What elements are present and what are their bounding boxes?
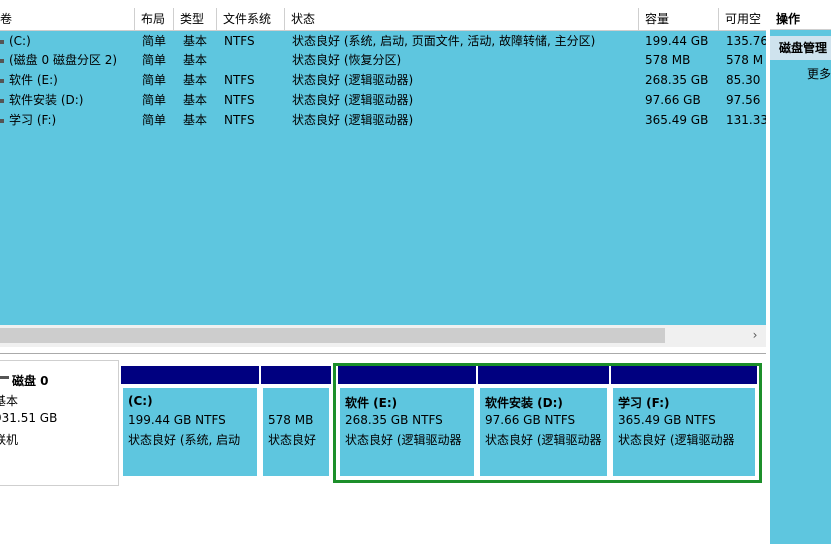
partition-recovery[interactable]: 578 MB 状态良好 — [261, 366, 331, 479]
partition-title: 学习 (F:) — [618, 396, 670, 410]
volume-status: 状态良好 (系统, 启动, 页面文件, 活动, 故障转储, 主分区) — [292, 34, 596, 48]
volume-status: 状态良好 (逻辑驱动器) — [292, 113, 414, 127]
partition-status: 状态良好 — [268, 433, 317, 447]
volume-layout: 简单 — [142, 93, 167, 107]
partition-size: 578 MB — [268, 413, 314, 427]
partition-status: 状态良好 (逻辑驱动器 — [345, 433, 462, 447]
partition-header-bar — [121, 366, 259, 384]
volume-type: 基本 — [183, 53, 208, 67]
partition-header-bar — [261, 366, 331, 384]
partition-title: 软件 (E:) — [345, 396, 398, 410]
disk-icon — [0, 376, 9, 379]
disk-status: 联机 — [0, 433, 19, 447]
volume-capacity: 97.66 GB — [645, 93, 701, 107]
volume-status: 状态良好 (逻辑驱动器) — [292, 73, 414, 87]
volume-name: (C:) — [9, 34, 31, 48]
volume-status: 状态良好 (逻辑驱动器) — [292, 93, 414, 107]
column-header-volume[interactable]: 卷 — [0, 8, 135, 30]
volume-icon — [0, 98, 4, 103]
volume-capacity: 268.35 GB — [645, 73, 709, 87]
volume-icon — [0, 118, 4, 123]
volume-free: 131.33 — [726, 113, 766, 127]
volume-name: 学习 (F:) — [9, 113, 57, 127]
volume-filesystem: NTFS — [224, 73, 255, 87]
volume-type: 基本 — [183, 73, 208, 87]
partition-size: 97.66 GB NTFS — [485, 413, 576, 427]
column-header-layout[interactable]: 布局 — [135, 8, 174, 30]
volume-name: (磁盘 0 磁盘分区 2) — [9, 53, 118, 67]
volume-type: 基本 — [183, 34, 208, 48]
scroll-right-arrow-icon[interactable]: › — [749, 328, 761, 343]
volume-status: 状态良好 (恢复分区) — [292, 53, 402, 67]
volume-free: 97.56 — [726, 93, 761, 107]
volume-row[interactable]: 软件安装 (D:) 简单 基本 NTFS 状态良好 (逻辑驱动器) 97.66 … — [0, 91, 766, 109]
column-header-status[interactable]: 状态 — [285, 8, 639, 30]
volume-filesystem: NTFS — [224, 34, 255, 48]
volume-layout: 简单 — [142, 53, 167, 67]
volume-list-header: 卷 布局 类型 文件系统 状态 容量 可用空 — [0, 8, 766, 31]
volume-capacity: 199.44 GB — [645, 34, 709, 48]
partition-status: 状态良好 (系统, 启动 — [128, 433, 241, 447]
volume-icon — [0, 58, 4, 63]
column-header-capacity[interactable]: 容量 — [639, 8, 719, 30]
partition-status: 状态良好 (逻辑驱动器 — [618, 433, 735, 447]
partition-title: (C:) — [128, 394, 153, 408]
column-header-type[interactable]: 类型 — [174, 8, 217, 30]
volume-row[interactable]: 软件 (E:) 简单 基本 NTFS 状态良好 (逻辑驱动器) 268.35 G… — [0, 71, 766, 89]
volume-name: 软件安装 (D:) — [9, 93, 84, 107]
partition-size: 365.49 GB NTFS — [618, 413, 716, 427]
volume-type: 基本 — [183, 93, 208, 107]
actions-title: 操作 — [770, 8, 831, 30]
volume-icon — [0, 78, 4, 83]
disk-size: 931.51 GB — [0, 411, 58, 425]
partition-f[interactable]: 学习 (F:) 365.49 GB NTFS 状态良好 (逻辑驱动器 — [611, 366, 757, 479]
volume-row[interactable]: (C:) 简单 基本 NTFS 状态良好 (系统, 启动, 页面文件, 活动, … — [0, 32, 766, 50]
horizontal-scrollbar[interactable]: › — [0, 325, 766, 347]
volume-capacity: 578 MB — [645, 53, 691, 67]
disk-type: 基本 — [0, 394, 19, 408]
volume-icon — [0, 39, 4, 44]
volume-layout: 简单 — [142, 73, 167, 87]
disk-info-panel[interactable]: 磁盘 0 基本 931.51 GB 联机 — [0, 360, 119, 486]
column-header-filesystem[interactable]: 文件系统 — [217, 8, 285, 30]
more-actions-link[interactable]: 更多 — [807, 64, 831, 84]
volume-free: 135.76 — [726, 34, 766, 48]
scrollbar-thumb[interactable] — [0, 328, 665, 343]
volume-filesystem: NTFS — [224, 113, 255, 127]
partition-title: 软件安装 (D:) — [485, 396, 563, 410]
partition-header-bar — [611, 366, 757, 384]
partition-header-bar — [338, 366, 476, 384]
partition-c[interactable]: (C:) 199.44 GB NTFS 状态良好 (系统, 启动 — [121, 366, 259, 479]
volume-name: 软件 (E:) — [9, 73, 58, 87]
volume-free: 578 M — [726, 53, 764, 67]
volume-row[interactable]: 学习 (F:) 简单 基本 NTFS 状态良好 (逻辑驱动器) 365.49 G… — [0, 111, 766, 129]
volume-type: 基本 — [183, 113, 208, 127]
pane-splitter[interactable] — [0, 347, 766, 354]
volume-list-body: (C:) 简单 基本 NTFS 状态良好 (系统, 启动, 页面文件, 活动, … — [0, 31, 766, 325]
actions-pane: 操作 磁盘管理 更多 — [770, 8, 831, 544]
actions-section-disk-management[interactable]: 磁盘管理 — [770, 36, 831, 60]
disk-name: 磁盘 0 — [12, 374, 49, 388]
volume-row[interactable]: (磁盘 0 磁盘分区 2) 简单 基本 状态良好 (恢复分区) 578 MB 5… — [0, 51, 766, 69]
volume-filesystem: NTFS — [224, 93, 255, 107]
partition-status: 状态良好 (逻辑驱动器 — [485, 433, 602, 447]
partition-size: 268.35 GB NTFS — [345, 413, 443, 427]
partition-e[interactable]: 软件 (E:) 268.35 GB NTFS 状态良好 (逻辑驱动器 — [338, 366, 476, 479]
partition-size: 199.44 GB NTFS — [128, 413, 226, 427]
partition-d[interactable]: 软件安装 (D:) 97.66 GB NTFS 状态良好 (逻辑驱动器 — [478, 366, 609, 479]
volume-capacity: 365.49 GB — [645, 113, 709, 127]
volume-layout: 简单 — [142, 113, 167, 127]
partition-header-bar — [478, 366, 609, 384]
column-header-free[interactable]: 可用空 — [719, 8, 766, 30]
volume-layout: 简单 — [142, 34, 167, 48]
volume-list-pane: 卷 布局 类型 文件系统 状态 容量 可用空 (C:) 简单 基本 NTFS 状… — [0, 0, 766, 347]
volume-free: 85.30 — [726, 73, 761, 87]
